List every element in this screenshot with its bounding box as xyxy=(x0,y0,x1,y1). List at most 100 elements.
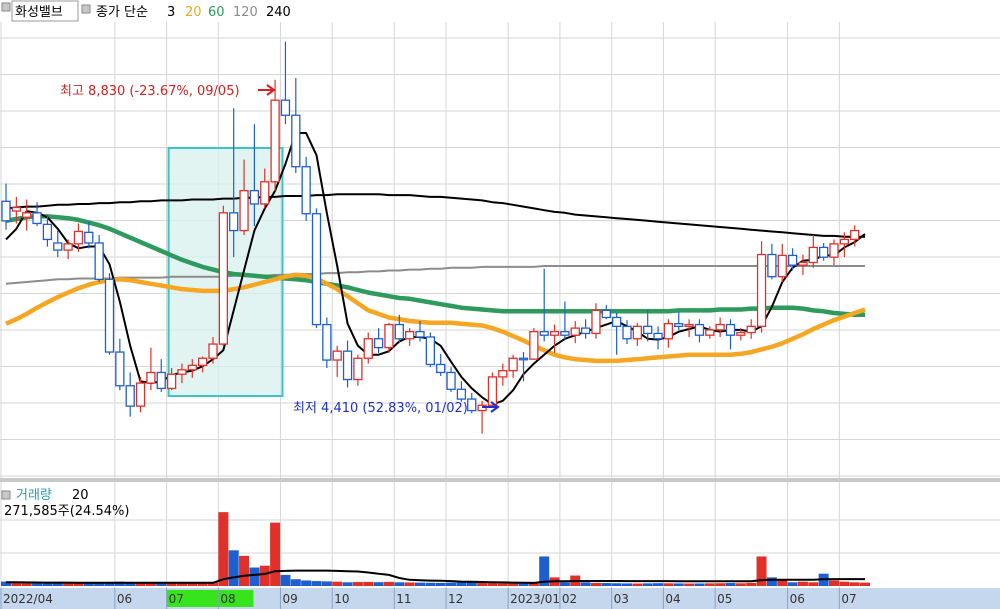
x-tick-label: 02 xyxy=(562,592,577,606)
x-tick-label: 03 xyxy=(614,592,629,606)
candle-body xyxy=(291,114,301,168)
candle-body xyxy=(197,357,208,367)
price-panel xyxy=(0,0,1000,478)
candle-body xyxy=(808,246,818,264)
high-annotation: 최고 8,830 (-23.67%, 09/05) xyxy=(60,84,240,99)
candle-body xyxy=(363,338,373,359)
candle-body xyxy=(787,254,798,266)
candle-body xyxy=(580,327,591,335)
volume-bar xyxy=(590,582,601,586)
volume-value: 271,585주(24.54%) xyxy=(4,504,129,519)
volume-bar xyxy=(622,583,632,586)
candle-body xyxy=(11,206,22,212)
candle-body xyxy=(694,323,705,336)
candle-body xyxy=(446,371,456,390)
volume-bar xyxy=(704,583,715,586)
volume-menu-icon[interactable] xyxy=(1,490,11,500)
candle-body xyxy=(767,253,777,278)
x-tick-label: 06 xyxy=(117,592,132,606)
candle-body xyxy=(705,329,715,336)
volume-bar xyxy=(32,583,43,586)
stock-name: 화성밸브 xyxy=(15,5,63,20)
candle-body xyxy=(498,370,508,378)
volume-bar xyxy=(839,581,850,586)
candle-body xyxy=(311,213,322,326)
candle-body xyxy=(436,363,446,374)
volume-bar xyxy=(673,583,684,586)
indicator-menu-icon[interactable] xyxy=(81,4,91,14)
candle-body xyxy=(166,373,177,390)
candle-body xyxy=(208,343,218,359)
candle-body xyxy=(591,309,601,335)
volume-bar xyxy=(301,580,312,586)
candle-body xyxy=(342,350,353,381)
candle-body xyxy=(632,325,642,340)
volume-bar xyxy=(559,582,570,586)
ma-legend-3: 3 xyxy=(167,5,175,20)
volume-bar xyxy=(725,583,736,586)
candle-body xyxy=(1,200,11,222)
ma-legend-20: 20 xyxy=(185,5,202,20)
volume-bar xyxy=(435,582,446,586)
candle-body xyxy=(756,253,767,327)
candle-body xyxy=(777,254,787,278)
volume-bar xyxy=(373,582,384,586)
candle xyxy=(425,332,436,368)
candle-body xyxy=(187,364,197,371)
volume-bar xyxy=(332,581,343,586)
candle-body xyxy=(549,331,560,336)
candle-body xyxy=(684,323,694,327)
volume-bar xyxy=(363,581,374,586)
candle-body xyxy=(270,99,280,183)
volume-bar xyxy=(808,582,819,586)
candle-body xyxy=(601,309,611,319)
candle-body xyxy=(229,212,239,232)
x-tick-label: 09 xyxy=(282,592,297,606)
candle-body xyxy=(32,212,42,225)
ma-legend-240: 240 xyxy=(266,5,291,20)
candle-body xyxy=(249,190,260,205)
volume-bar xyxy=(249,567,260,586)
panel-menu-icon[interactable] xyxy=(1,2,11,12)
panel-divider[interactable] xyxy=(0,478,1000,482)
candle-body xyxy=(518,357,529,361)
candle-body xyxy=(508,357,518,372)
volume-ma-line xyxy=(6,569,865,584)
volume-bar xyxy=(290,579,301,586)
candle-body xyxy=(850,229,860,241)
volume-bar xyxy=(218,512,229,586)
x-tick-label: 08 xyxy=(220,592,235,606)
volume-bar xyxy=(383,581,394,586)
candle-body xyxy=(135,382,146,407)
candle-body xyxy=(612,316,622,327)
volume-bar xyxy=(787,582,798,586)
ma-legend-60: 60 xyxy=(208,5,225,20)
indicator-label: 종가 단순 xyxy=(96,5,148,20)
x-tick-label: 2022/04 xyxy=(3,592,53,606)
x-tick-label: 10 xyxy=(334,592,349,606)
candle-body xyxy=(839,238,849,245)
candle-body xyxy=(125,385,135,407)
candle xyxy=(104,273,115,355)
candle-body xyxy=(715,323,725,331)
stock-chart[interactable]: 화성밸브 종가 단순 3 20 60 120 240 최고 8,830 (-23… xyxy=(0,0,1000,609)
volume-bar xyxy=(849,582,860,586)
candle-body xyxy=(560,331,570,336)
candle-body xyxy=(746,325,756,334)
volume-bar xyxy=(756,556,767,586)
x-tick-label: 2023/01 xyxy=(510,592,560,606)
x-tick-label: 12 xyxy=(448,592,463,606)
volume-bar xyxy=(487,583,498,586)
candle-body xyxy=(73,230,84,245)
volume-bar xyxy=(860,582,871,586)
volume-bar xyxy=(766,577,777,586)
candle xyxy=(311,208,322,329)
candle-body xyxy=(42,223,53,241)
candle-body xyxy=(63,243,73,251)
low-annotation: 최저 4,410 (52.83%, 01/02) xyxy=(293,401,468,416)
volume-bar xyxy=(477,582,488,586)
candle-body xyxy=(146,371,156,384)
x-tick-label: 06 xyxy=(790,592,805,606)
candle-body xyxy=(798,261,808,266)
volume-bar xyxy=(42,583,53,586)
